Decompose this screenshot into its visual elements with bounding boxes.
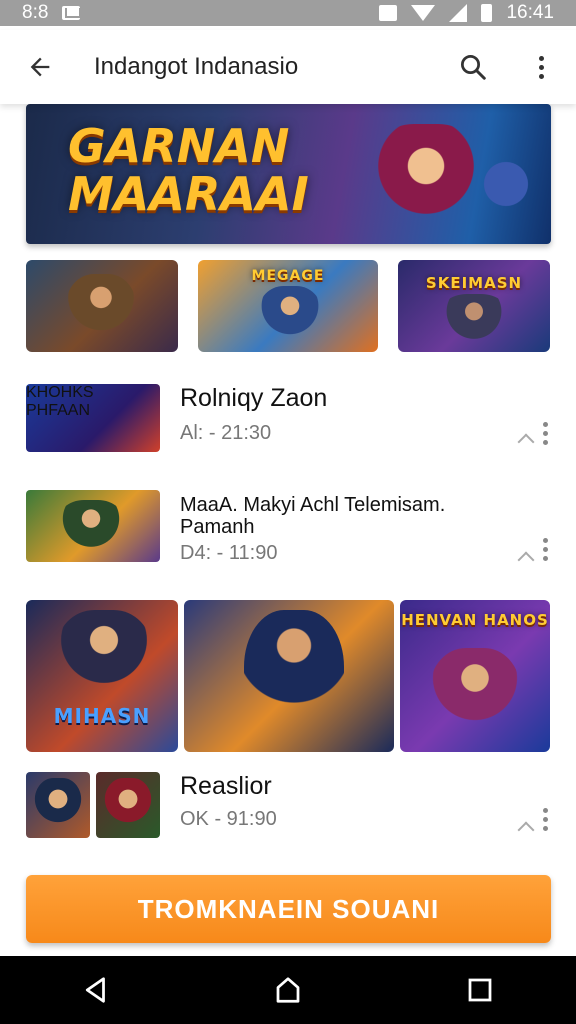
thumbnail[interactable]: [26, 260, 178, 352]
thumbnail-character: [258, 286, 322, 352]
thumbnail[interactable]: MEGAGE: [198, 260, 378, 352]
item-thumbnail-label: KHOHKS PHFAAN: [26, 384, 94, 419]
nav-back-button[interactable]: [56, 956, 136, 1024]
signal-icon: [449, 4, 468, 22]
hero-title-line1: GARNAN: [68, 119, 290, 173]
list-item[interactable]: KHOHKS PHFAAN Rolniqy Zaon Al: - 21:30: [0, 384, 576, 456]
back-button[interactable]: [0, 30, 80, 104]
item-thumbnail: [26, 772, 90, 838]
system-nav-bar: [0, 956, 576, 1024]
gallery-label: MIHASN: [53, 704, 151, 728]
gallery-character: [430, 648, 520, 748]
list-item[interactable]: MaaA. Makyi Achl Telemisam. Pamanh D4: -…: [0, 490, 576, 570]
item-meta: D4: - 11:90: [180, 542, 278, 564]
status-time-left: 8:8: [22, 2, 49, 23]
gallery-character: [244, 610, 344, 752]
dot: [542, 826, 548, 831]
item-thumbnail: [96, 772, 160, 838]
dot: [542, 538, 548, 543]
hero-character: [466, 144, 546, 244]
chevron-up-icon: [517, 433, 535, 451]
vibrate-icon: [379, 5, 398, 21]
dot: [542, 431, 548, 436]
dot: [542, 422, 548, 427]
item-more-button[interactable]: [540, 422, 550, 445]
thumbnail-character: [66, 274, 136, 352]
gallery-image[interactable]: MIHASN: [26, 600, 178, 752]
battery-icon: [481, 4, 493, 22]
status-time-right: 16:41: [506, 2, 554, 23]
hero-title-line2: MAARAAI: [68, 167, 309, 221]
status-bar: 8:8 16:41: [0, 0, 576, 26]
gallery-label: HENVAN HANOS: [401, 611, 549, 629]
thumbnail-label: MEGAGE: [251, 268, 325, 284]
dot: [542, 547, 548, 552]
thumbnail-label: SKEIMASN: [425, 274, 523, 292]
gallery-image[interactable]: HENVAN HANOS: [400, 600, 550, 752]
search-icon: [461, 55, 486, 80]
item-thumbnail: KHOHKS PHFAAN: [26, 384, 160, 452]
thumbnail-character: [438, 294, 510, 352]
item-title: Rolniqy Zaon: [180, 384, 328, 412]
content: GARNAN MAARAAI MEGAGE SKEIMASN KHOHKS PH…: [0, 104, 576, 956]
app-title: Indangot Indanasio: [94, 53, 299, 80]
avatar: [104, 778, 152, 838]
item-thumbnail: [26, 490, 160, 562]
dot: [538, 73, 544, 79]
wifi-icon: [411, 5, 436, 21]
dot: [542, 808, 548, 813]
avatar: [34, 778, 82, 838]
hero-banner[interactable]: GARNAN MAARAAI: [26, 104, 551, 244]
arrow-left-icon: [30, 57, 50, 77]
home-icon: [276, 977, 300, 1003]
triangle-back-icon: [85, 977, 105, 1003]
more-vert-icon[interactable]: [506, 30, 576, 104]
dot: [542, 440, 548, 445]
item-title: MaaA. Makyi Achl Telemisam. Pamanh: [180, 494, 446, 538]
item-more-button[interactable]: [540, 808, 550, 831]
chevron-up-icon: [517, 821, 535, 839]
dot: [542, 556, 548, 561]
item-more-button[interactable]: [540, 538, 550, 561]
dot: [538, 55, 544, 61]
gallery-image[interactable]: [184, 600, 394, 752]
thumbnail[interactable]: SKEIMASN: [398, 260, 550, 352]
cta-button[interactable]: TROMKNAEIN SOUANI: [26, 875, 551, 943]
hero-title: GARNAN MAARAAI: [68, 122, 309, 218]
nav-recents-button[interactable]: [440, 956, 520, 1024]
list-item[interactable]: Reaslior OK - 91:90: [0, 772, 576, 844]
item-title: Reaslior: [180, 772, 272, 800]
item-character: [56, 500, 126, 562]
gallery-character: [56, 610, 152, 710]
item-meta: OK - 91:90: [180, 808, 277, 830]
item-meta: Al: - 21:30: [180, 422, 272, 444]
square-recents-icon: [468, 978, 492, 1002]
nav-home-button[interactable]: [248, 956, 328, 1024]
gmail-icon: [62, 6, 82, 20]
dot: [538, 64, 544, 70]
chevron-up-icon: [517, 551, 535, 569]
app-bar: Indangot Indanasio: [0, 30, 576, 104]
search-button[interactable]: [440, 30, 506, 104]
dot: [542, 817, 548, 822]
